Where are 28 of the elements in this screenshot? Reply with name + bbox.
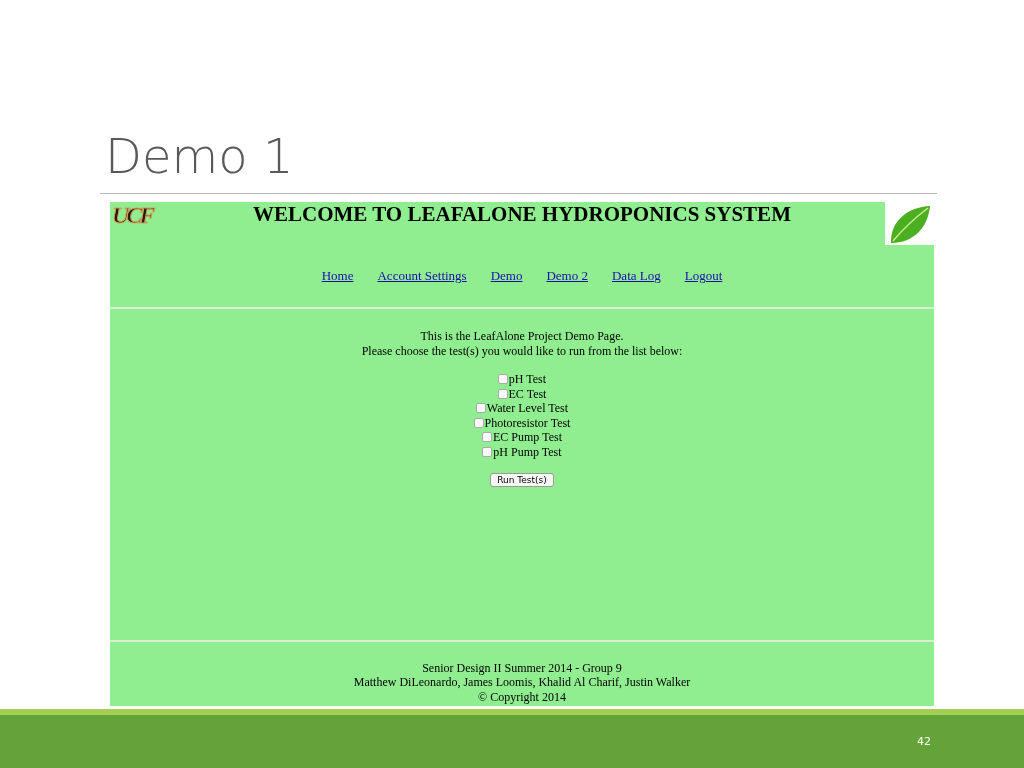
test-label: pH Pump Test: [493, 444, 562, 459]
footer-text: © Copyright 2014: [478, 689, 566, 704]
test-label: pH Test: [508, 372, 547, 387]
test-label: EC Pump Test: [493, 430, 562, 445]
intro-text: This is the LeafAlone Project Demo Page.: [420, 329, 624, 344]
nav-link[interactable]: Account Settings: [377, 268, 467, 285]
nav-link[interactable]: Demo 2: [546, 268, 588, 285]
test-checkbox[interactable]: [497, 374, 508, 385]
footer-text: Senior Design II Summer 2014 - Group 9: [422, 660, 622, 675]
test-label: Water Level Test: [486, 401, 569, 416]
nav-link[interactable]: Demo: [490, 268, 523, 285]
slide-title: Demo 1: [105, 130, 294, 183]
test-checkbox[interactable]: [473, 417, 484, 428]
page-heading: WELCOME TO LEAFALONE HYDROPONICS SYSTEM: [253, 202, 791, 228]
nav-link[interactable]: Logout: [684, 268, 723, 285]
nav-link[interactable]: Data Log: [612, 268, 661, 285]
nav-link[interactable]: Home: [321, 268, 354, 285]
run-tests-button[interactable]: Run Test(s): [490, 473, 554, 487]
footer-text: Matthew DiLeonardo, James Loomis, Khalid Al Charif, Justin Walker: [353, 675, 691, 690]
test-checkbox[interactable]: [475, 403, 486, 414]
test-label: Photoresistor Test: [484, 415, 571, 430]
test-checkbox[interactable]: [482, 432, 492, 443]
test-label: EC Test: [508, 386, 547, 401]
intro-text: Please choose the test(s) you would like to run from the list below:: [361, 343, 683, 358]
test-checkbox[interactable]: [482, 446, 493, 457]
test-checkbox[interactable]: [497, 388, 508, 399]
logo: UCF: [112, 202, 153, 229]
slide-number: 42: [917, 735, 931, 748]
